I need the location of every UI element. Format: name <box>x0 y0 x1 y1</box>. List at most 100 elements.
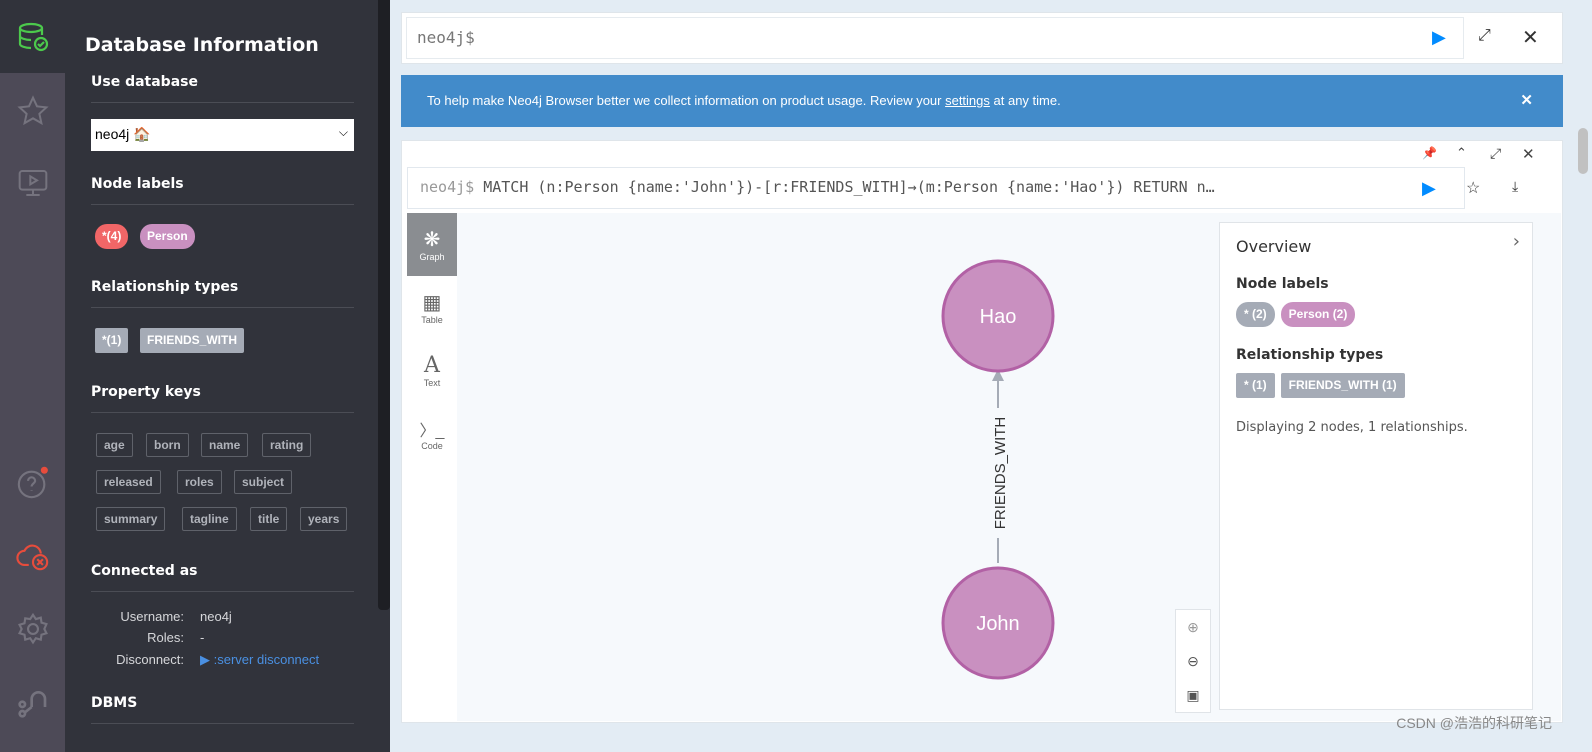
node-label-all[interactable]: *(4) <box>95 224 129 249</box>
roles-value: - <box>200 630 205 645</box>
drawer-title: Database Information <box>85 34 319 56</box>
result-frame: 📌 ⌃ ⤢ ✕ neo4j$ MATCH (n:Person {name:'Jo… <box>401 140 1563 723</box>
relationship-label[interactable]: FRIENDS_WITH <box>992 417 1009 530</box>
help-nav-button[interactable] <box>0 458 65 508</box>
username-value: neo4j <box>200 609 232 624</box>
gear-icon <box>17 612 48 645</box>
node-label-person[interactable]: Person <box>140 224 195 249</box>
view-switcher: ❋ Graph ▦ Table A Text 〉_ Code <box>407 213 457 721</box>
star-icon <box>16 95 49 126</box>
disconnect-label: Disconnect: <box>116 652 184 667</box>
favorites-nav-button[interactable] <box>0 86 65 136</box>
property-key[interactable]: name <box>201 433 249 457</box>
overview-rel-types-heading: Relationship types <box>1236 347 1384 363</box>
property-key[interactable]: born <box>146 433 189 457</box>
server-disconnect-text: :server disconnect <box>213 652 320 667</box>
property-key[interactable]: years <box>300 507 348 531</box>
zoom-in-icon[interactable]: ⊕ <box>1187 619 1199 636</box>
tab-table[interactable]: ▦ Table <box>407 276 457 339</box>
run-button[interactable]: ▶ <box>1432 27 1446 48</box>
overview-label-all[interactable]: * (2) <box>1236 302 1275 327</box>
banner-close-icon[interactable]: ✕ <box>1520 91 1533 109</box>
graph-svg: FRIENDS_WITH Hao John <box>941 259 1055 680</box>
close-icon[interactable]: ✕ <box>1522 25 1539 50</box>
database-information-drawer: Database Information Use database neo4j … <box>65 0 390 752</box>
database-icon <box>18 22 48 51</box>
rel-type-all[interactable]: *(1) <box>95 328 129 353</box>
editor-prompt: neo4j$ <box>417 28 475 47</box>
property-key[interactable]: age <box>96 433 133 457</box>
overview-node-labels-heading: Node labels <box>1236 276 1329 292</box>
overview-panel: Overview › Node labels * (2) Person (2) R… <box>1219 222 1533 710</box>
use-database-heading: Use database <box>91 74 354 103</box>
tab-text[interactable]: A Text <box>407 339 457 402</box>
drawer-scrollbar[interactable] <box>378 0 390 610</box>
banner-text-end: at any time. <box>989 93 1061 108</box>
database-select-value: neo4j 🏠 <box>95 126 151 142</box>
fit-icon[interactable]: ▣ <box>1186 687 1199 704</box>
username-label: Username: <box>120 609 184 624</box>
main-editor: neo4j$ ▶ ⤢ ✕ <box>401 12 1563 64</box>
main-scrollbar[interactable] <box>1578 128 1588 174</box>
property-key[interactable]: subject <box>234 470 293 494</box>
connection-nav-button[interactable] <box>0 530 65 580</box>
help-icon <box>17 466 48 499</box>
query-text: MATCH (n:Person {name:'John'})-[r:FRIEND… <box>483 178 1215 196</box>
cloud-disconnected-icon <box>15 544 48 571</box>
tab-label: Code <box>421 440 443 451</box>
frame-close-icon[interactable]: ✕ <box>1522 145 1535 163</box>
favorite-star-icon[interactable]: ☆ <box>1466 178 1480 198</box>
frame-fullscreen-icon[interactable]: ⤢ <box>1490 145 1501 162</box>
text-icon: A <box>424 353 440 378</box>
dbms-heading: DBMS <box>91 695 354 724</box>
roles-label: Roles: <box>147 630 184 645</box>
play-circle-icon: ▶ <box>200 652 210 667</box>
connected-as-heading: Connected as <box>91 563 354 592</box>
frame-query[interactable]: neo4j$ MATCH (n:Person {name:'John'})-[r… <box>407 167 1465 209</box>
monitor-play-icon <box>18 170 47 196</box>
chevron-down-icon: ⌵ <box>338 125 348 139</box>
property-key[interactable]: title <box>250 507 288 531</box>
code-icon: 〉_ <box>419 422 445 440</box>
guides-nav-button[interactable] <box>0 158 65 208</box>
collapse-icon[interactable]: ⌃ <box>1456 145 1467 161</box>
pin-icon[interactable]: 📌 <box>1422 146 1437 160</box>
node-john-label: John <box>976 613 1019 635</box>
property-key[interactable]: rating <box>262 433 312 457</box>
property-keys-heading: Property keys <box>91 384 354 413</box>
table-icon: ▦ <box>422 292 442 314</box>
overview-summary: Displaying 2 nodes, 1 relationships. <box>1236 420 1468 435</box>
tab-label: Text <box>423 378 441 388</box>
editor-input[interactable]: neo4j$ <box>406 17 1464 59</box>
download-icon[interactable]: ⤓ <box>1512 178 1518 195</box>
property-key[interactable]: roles <box>177 470 222 494</box>
property-key[interactable]: tagline <box>182 507 237 531</box>
server-disconnect-link[interactable]: ▶ :server disconnect <box>200 652 319 668</box>
about-nav-button[interactable] <box>0 678 65 728</box>
fullscreen-icon[interactable]: ⤢ <box>1478 27 1491 45</box>
relationship-types-heading: Relationship types <box>91 279 354 308</box>
tab-label: Table <box>421 315 443 325</box>
zoom-out-icon[interactable]: ⊖ <box>1187 653 1199 670</box>
settings-nav-button[interactable] <box>0 604 65 654</box>
database-select[interactable]: neo4j 🏠 ⌵ <box>91 119 354 151</box>
property-key[interactable]: released <box>96 470 161 494</box>
node-hao-label: Hao <box>980 306 1017 328</box>
overview-rel-all[interactable]: * (1) <box>1236 373 1275 398</box>
neo4j-graph-icon <box>17 691 46 718</box>
overview-rel-friends-with[interactable]: FRIENDS_WITH (1) <box>1280 373 1405 398</box>
node-labels-heading: Node labels <box>91 176 354 205</box>
rerun-button[interactable]: ▶ <box>1422 178 1436 199</box>
database-nav-button[interactable] <box>0 0 65 73</box>
frame-prompt: neo4j$ <box>420 178 475 196</box>
tab-code[interactable]: 〉_ Code <box>407 402 457 465</box>
chevron-right-icon[interactable]: › <box>1513 231 1520 252</box>
nav-bar <box>0 0 65 752</box>
tab-graph[interactable]: ❋ Graph <box>407 213 457 276</box>
overview-title: Overview <box>1236 237 1312 256</box>
usage-banner: To help make Neo4j Browser better we col… <box>401 75 1563 127</box>
overview-label-person[interactable]: Person (2) <box>1280 302 1356 327</box>
property-key[interactable]: summary <box>96 507 166 531</box>
rel-type-friends-with[interactable]: FRIENDS_WITH <box>140 328 244 353</box>
settings-link[interactable]: settings <box>945 93 990 108</box>
